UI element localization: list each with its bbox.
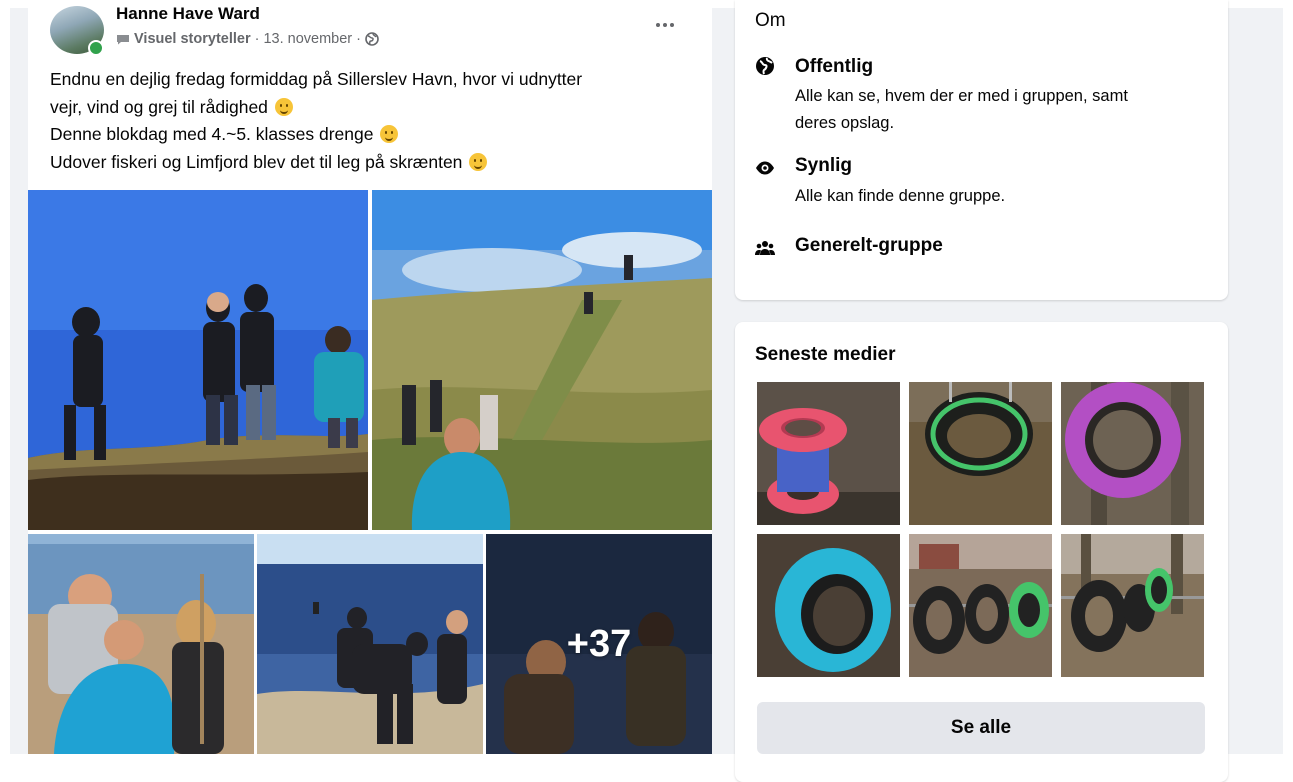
post-line: Denne blokdag med 4.~5. klasses drenge xyxy=(50,124,374,144)
media-thumb-green-tire[interactable] xyxy=(909,382,1052,525)
privacy-title: Offentlig xyxy=(795,56,874,77)
eye-icon xyxy=(756,161,774,175)
smile-emoji-icon xyxy=(380,125,399,143)
visibility-title: Synlig xyxy=(795,155,853,176)
post-photo-beach-boys[interactable] xyxy=(28,534,254,754)
post-photo-more[interactable]: +37 xyxy=(486,534,712,754)
media-thumb-cyan-tire[interactable] xyxy=(757,534,900,677)
post-line: Udover fiskeri og Limfjord blev det til … xyxy=(50,151,463,172)
privacy-description: Alle kan se, hvem der er med i gruppen, … xyxy=(795,83,1215,137)
media-thumb-tire-row[interactable] xyxy=(909,534,1052,677)
globe-icon[interactable] xyxy=(365,32,379,46)
recent-media-card: Seneste medier Se alle xyxy=(735,322,1228,782)
see-all-button[interactable]: Se alle xyxy=(757,702,1205,754)
media-thumb-hanging-tires[interactable] xyxy=(1061,534,1204,677)
post-meta: Visuel storyteller · 13. november · xyxy=(116,31,379,47)
more-photos-count[interactable]: +37 xyxy=(486,534,712,754)
post-text: Endnu en dejlig fredag formiddag på Sill… xyxy=(50,66,700,176)
media-thumb-red-tires[interactable] xyxy=(757,382,900,525)
smile-emoji-icon xyxy=(469,152,488,171)
post-date[interactable]: 13. november xyxy=(263,31,352,47)
group-type-title: Generelt-gruppe xyxy=(795,235,943,256)
description-line: deres opslag. xyxy=(795,114,895,132)
post-photo-grass-slope[interactable] xyxy=(372,190,712,530)
more-dot xyxy=(663,23,667,27)
globe-icon xyxy=(756,57,774,75)
more-dot xyxy=(670,23,674,27)
post-options-button[interactable] xyxy=(648,12,682,38)
media-thumb-purple-tire[interactable] xyxy=(1061,382,1204,525)
description-line: Alle kan se, hvem der er med i gruppen, … xyxy=(795,87,1128,105)
recent-media-title: Seneste medier xyxy=(755,344,896,365)
about-card: Om Offentlig Alle kan se, hvem der er me… xyxy=(735,0,1228,300)
about-title: Om xyxy=(755,10,786,31)
online-status-dot xyxy=(88,40,104,56)
smile-emoji-icon xyxy=(274,97,293,116)
post-photo-water-play[interactable] xyxy=(257,534,483,754)
visibility-description: Alle kan finde denne gruppe. xyxy=(795,183,1215,210)
post-line: Endnu en dejlig fredag formiddag på Sill… xyxy=(50,69,583,89)
author-name[interactable]: Hanne Have Ward xyxy=(116,4,260,24)
post-photo-boys-on-hill[interactable] xyxy=(28,190,368,530)
more-dot xyxy=(656,23,660,27)
author-role-badge[interactable]: Visuel storyteller xyxy=(134,31,251,47)
meta-separator: · xyxy=(254,31,260,47)
description-line: Alle kan finde denne gruppe. xyxy=(795,187,1006,205)
people-icon xyxy=(755,241,775,255)
group-post: Hanne Have Ward Visuel storyteller · 13.… xyxy=(28,0,712,754)
speech-bubble-icon xyxy=(117,34,129,44)
post-line: vejr, vind og grej til rådighed xyxy=(50,96,268,117)
meta-separator: · xyxy=(356,31,361,47)
